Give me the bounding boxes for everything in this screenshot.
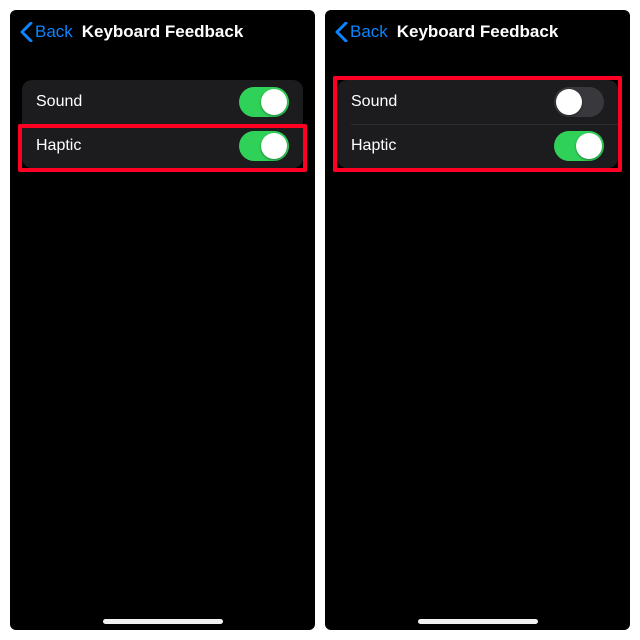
navbar: Back Keyboard Feedback	[10, 10, 315, 54]
row-haptic-label: Haptic	[351, 137, 396, 155]
toggle-sound[interactable]	[239, 87, 289, 117]
row-sound: Sound	[337, 80, 618, 124]
row-haptic-label: Haptic	[36, 137, 81, 155]
back-button[interactable]: Back	[335, 22, 388, 42]
settings-group: Sound Haptic	[337, 80, 618, 168]
phone-right: Back Keyboard Feedback Sound Haptic	[325, 10, 630, 630]
navbar: Back Keyboard Feedback	[325, 10, 630, 54]
row-sound: Sound	[22, 80, 303, 124]
settings-group: Sound Haptic	[22, 80, 303, 168]
phone-left: Back Keyboard Feedback Sound Haptic	[10, 10, 315, 630]
back-label: Back	[35, 22, 73, 42]
home-indicator[interactable]	[103, 619, 223, 624]
row-haptic: Haptic	[337, 124, 618, 168]
settings-list-wrapper: Sound Haptic	[325, 54, 630, 168]
row-haptic: Haptic	[22, 124, 303, 168]
home-indicator[interactable]	[418, 619, 538, 624]
side-by-side-container: Back Keyboard Feedback Sound Haptic	[0, 0, 640, 640]
back-button[interactable]: Back	[20, 22, 73, 42]
toggle-haptic[interactable]	[239, 131, 289, 161]
toggle-haptic[interactable]	[554, 131, 604, 161]
chevron-left-icon	[335, 22, 348, 42]
back-label: Back	[350, 22, 388, 42]
row-sound-label: Sound	[351, 93, 397, 111]
settings-list-wrapper: Sound Haptic	[10, 54, 315, 168]
chevron-left-icon	[20, 22, 33, 42]
row-sound-label: Sound	[36, 93, 82, 111]
toggle-sound[interactable]	[554, 87, 604, 117]
